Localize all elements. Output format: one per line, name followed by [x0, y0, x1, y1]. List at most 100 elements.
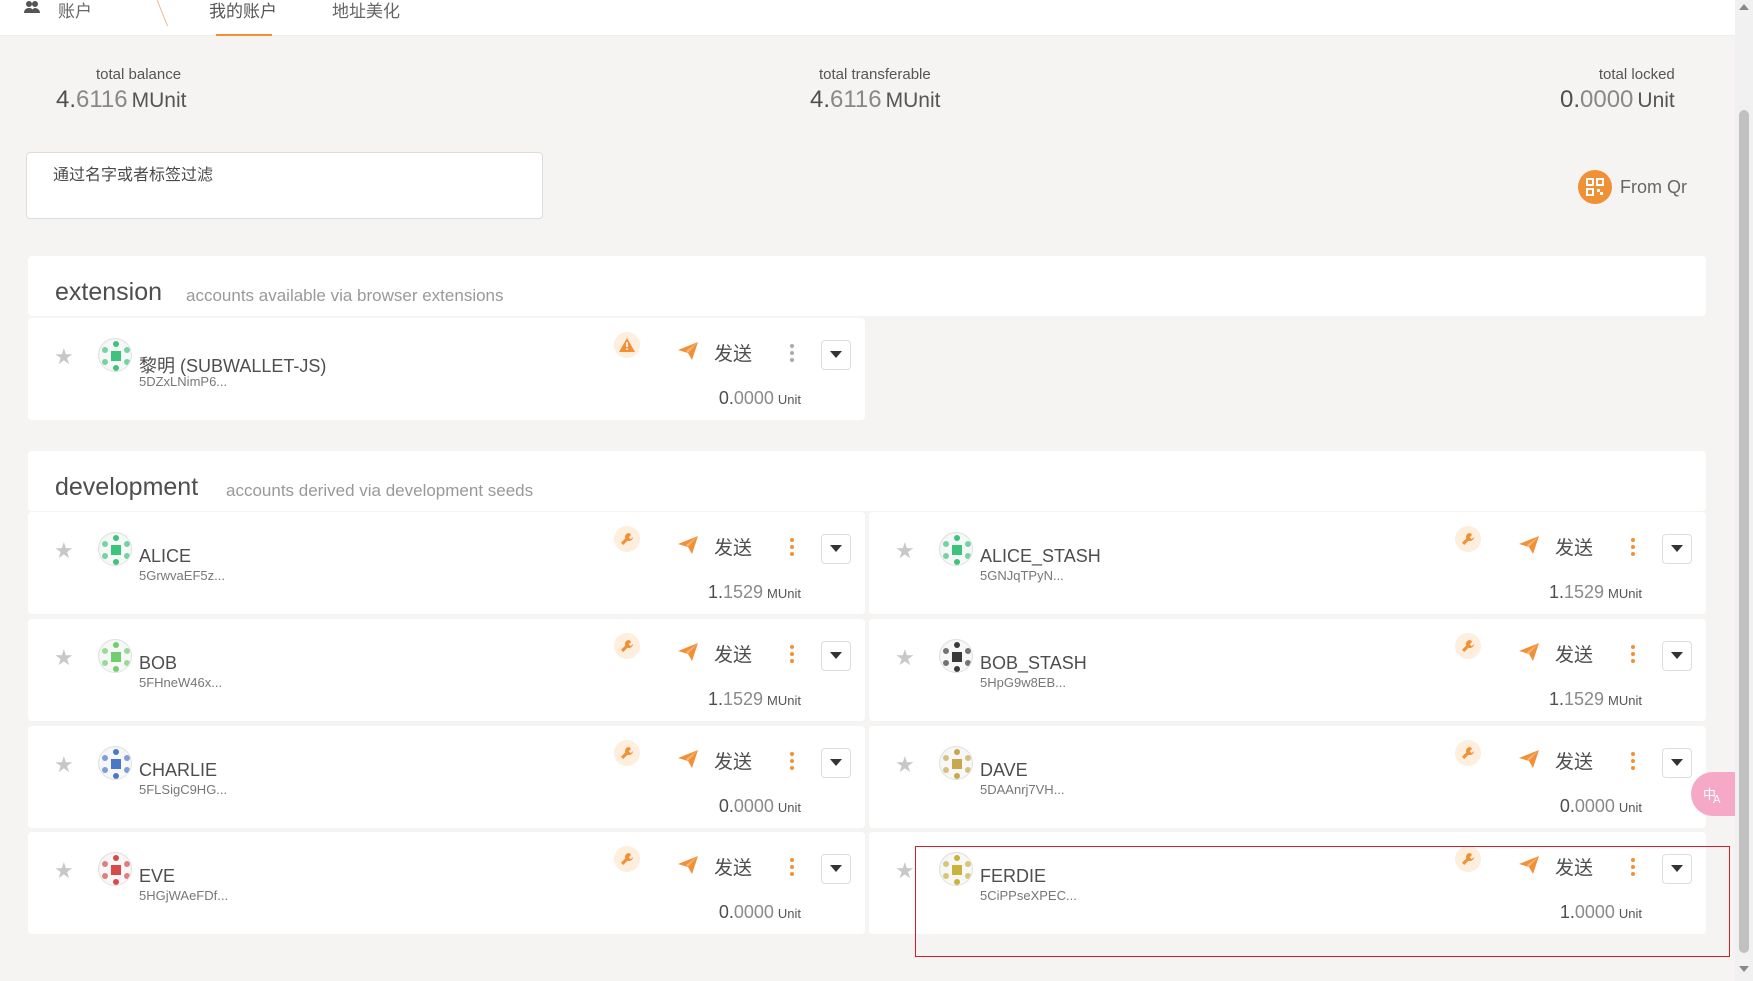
expand-button[interactable]	[821, 854, 851, 884]
send-icon[interactable]	[678, 856, 698, 879]
total-locked-summary: total locked 0.0000 Unit	[1560, 66, 1689, 114]
identicon-avatar[interactable]	[939, 532, 973, 566]
favorite-star-icon[interactable]: ★	[895, 645, 915, 671]
send-button[interactable]: 发送	[714, 853, 752, 880]
top-navigation: 账户 我的账户 地址美化	[0, 0, 1735, 36]
expand-button[interactable]	[821, 534, 851, 564]
send-icon[interactable]	[1519, 856, 1539, 879]
account-name[interactable]: ALICE_STASH	[980, 546, 1101, 567]
send-icon[interactable]	[678, 750, 698, 773]
send-button[interactable]: 发送	[1555, 533, 1593, 560]
identicon-avatar[interactable]	[939, 852, 973, 886]
account-address[interactable]: 5DAAnrj7VH...	[980, 782, 1065, 797]
expand-button[interactable]	[1662, 641, 1692, 671]
wrench-icon[interactable]	[614, 633, 640, 659]
expand-button[interactable]	[1662, 748, 1692, 778]
expand-button[interactable]	[1662, 534, 1692, 564]
account-balance: 0.0000 Unit	[718, 902, 801, 922]
send-icon[interactable]	[678, 643, 698, 666]
favorite-star-icon[interactable]: ★	[895, 858, 915, 884]
send-icon[interactable]	[678, 536, 698, 559]
account-name[interactable]: DAVE	[980, 760, 1028, 781]
more-options-icon[interactable]	[1629, 856, 1637, 878]
expand-button[interactable]	[821, 340, 851, 370]
send-icon[interactable]	[1519, 643, 1539, 666]
identicon-avatar[interactable]	[939, 746, 973, 780]
tab-vanity-address[interactable]: 地址美化	[332, 0, 400, 22]
expand-button[interactable]	[821, 748, 851, 778]
wrench-icon[interactable]	[1455, 846, 1481, 872]
wrench-icon[interactable]	[1455, 740, 1481, 766]
account-card-charlie: ★ CHARLIE 5FLSigC9HG... 发送 0.0000 Unit	[28, 726, 865, 828]
from-qr-button[interactable]: From Qr	[1578, 170, 1687, 204]
send-button[interactable]: 发送	[714, 640, 752, 667]
send-button[interactable]: 发送	[714, 533, 752, 560]
expand-button[interactable]	[1662, 854, 1692, 884]
account-address[interactable]: 5DZxLNimP6...	[139, 374, 227, 389]
account-address[interactable]: 5FLSigC9HG...	[139, 782, 227, 797]
identicon-avatar[interactable]	[98, 639, 132, 673]
wrench-icon[interactable]	[1455, 526, 1481, 552]
send-icon[interactable]	[1519, 750, 1539, 773]
favorite-star-icon[interactable]: ★	[54, 752, 74, 778]
wrench-icon[interactable]	[614, 526, 640, 552]
send-button[interactable]: 发送	[1555, 640, 1593, 667]
favorite-star-icon[interactable]: ★	[54, 344, 74, 370]
more-options-icon[interactable]	[1629, 643, 1637, 665]
account-address[interactable]: 5FHneW46x...	[139, 675, 222, 690]
section-description: accounts available via browser extension…	[186, 286, 504, 305]
warning-icon[interactable]	[614, 332, 640, 358]
account-name[interactable]: CHARLIE	[139, 760, 217, 781]
send-button[interactable]: 发送	[714, 747, 752, 774]
send-icon[interactable]	[1519, 536, 1539, 559]
wrench-icon[interactable]	[1455, 633, 1481, 659]
identicon-avatar[interactable]	[98, 852, 132, 886]
identicon-avatar[interactable]	[939, 639, 973, 673]
favorite-star-icon[interactable]: ★	[54, 645, 74, 671]
total-locked-value: 0.0000 Unit	[1560, 86, 1675, 113]
wrench-icon[interactable]	[614, 846, 640, 872]
account-name[interactable]: ALICE	[139, 546, 191, 567]
account-address[interactable]: 5GrwvaEF5z...	[139, 568, 225, 583]
more-options-icon[interactable]	[788, 856, 796, 878]
favorite-star-icon[interactable]: ★	[54, 858, 74, 884]
filter-label: 通过名字或者标签过滤	[53, 167, 214, 184]
favorite-star-icon[interactable]: ★	[895, 538, 915, 564]
wrench-icon[interactable]	[614, 740, 640, 766]
scroll-up-icon[interactable]	[1739, 4, 1749, 10]
account-balance: 0.0000 Unit	[1559, 796, 1642, 816]
vertical-scrollbar[interactable]	[1735, 0, 1753, 981]
identicon-avatar[interactable]	[98, 746, 132, 780]
tab-my-accounts[interactable]: 我的账户	[209, 0, 277, 22]
account-name[interactable]: EVE	[139, 866, 175, 887]
translate-icon[interactable]: 中A	[1691, 772, 1735, 816]
scrollbar-thumb[interactable]	[1739, 110, 1749, 953]
more-options-icon[interactable]	[788, 750, 796, 772]
send-button[interactable]: 发送	[1555, 747, 1593, 774]
expand-button[interactable]	[821, 641, 851, 671]
account-address[interactable]: 5GNJqTPyN...	[980, 568, 1064, 583]
favorite-star-icon[interactable]: ★	[54, 538, 74, 564]
more-options-icon[interactable]	[788, 342, 796, 364]
account-name[interactable]: BOB	[139, 653, 177, 674]
scroll-down-icon[interactable]	[1739, 966, 1749, 972]
favorite-star-icon[interactable]: ★	[895, 752, 915, 778]
more-options-icon[interactable]	[1629, 750, 1637, 772]
more-options-icon[interactable]	[788, 643, 796, 665]
app-title[interactable]: 账户	[58, 0, 92, 22]
identicon-avatar[interactable]	[98, 338, 132, 372]
more-options-icon[interactable]	[1629, 536, 1637, 558]
account-name[interactable]: FERDIE	[980, 866, 1046, 887]
caret-down-icon	[830, 759, 842, 767]
send-button[interactable]: 发送	[1555, 853, 1593, 880]
send-icon[interactable]	[678, 342, 698, 365]
section-title: development	[55, 473, 199, 501]
account-address[interactable]: 5CiPPseXPEC...	[980, 888, 1077, 903]
account-address[interactable]: 5HGjWAeFDf...	[139, 888, 228, 903]
identicon-avatar[interactable]	[98, 532, 132, 566]
more-options-icon[interactable]	[788, 536, 796, 558]
send-button[interactable]: 发送	[714, 339, 752, 366]
account-address[interactable]: 5HpG9w8EB...	[980, 675, 1066, 690]
account-name[interactable]: BOB_STASH	[980, 653, 1087, 674]
filter-input[interactable]: 通过名字或者标签过滤	[26, 152, 543, 219]
